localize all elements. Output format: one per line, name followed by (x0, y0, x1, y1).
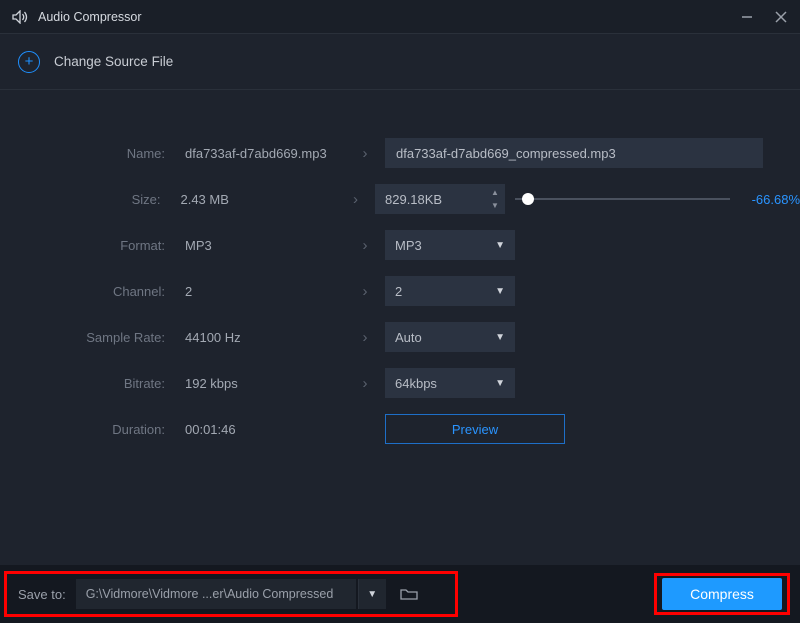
spinner-up-icon[interactable]: ▲ (487, 186, 503, 199)
preview-button[interactable]: Preview (385, 414, 565, 444)
chevron-right-icon: › (345, 375, 385, 392)
chevron-right-icon: › (345, 329, 385, 346)
original-size: 2.43 MB (170, 192, 336, 207)
format-select-value: MP3 (395, 238, 422, 253)
chevron-down-icon: ▼ (495, 286, 505, 297)
compress-button[interactable]: Compress (662, 578, 782, 610)
label-sample-rate: Sample Rate: (0, 330, 175, 345)
bitrate-select-value: 64kbps (395, 376, 437, 391)
footer-bar: Save to: G:\Vidmore\Vidmore ...er\Audio … (0, 565, 800, 623)
bitrate-select[interactable]: 64kbps ▼ (385, 368, 515, 398)
original-format: MP3 (175, 238, 345, 253)
original-duration: 00:01:46 (175, 422, 345, 437)
original-bitrate: 192 kbps (175, 376, 345, 391)
row-bitrate: Bitrate: 192 kbps › 64kbps ▼ (0, 360, 800, 406)
slider-track (515, 198, 730, 200)
label-bitrate: Bitrate: (0, 376, 175, 391)
browse-folder-button[interactable] (394, 579, 424, 609)
save-path-dropdown[interactable]: ▼ (358, 579, 386, 609)
chevron-right-icon: › (336, 191, 375, 208)
row-duration: Duration: 00:01:46 Preview (0, 406, 800, 452)
app-icon (12, 8, 30, 26)
channel-select[interactable]: 2 ▼ (385, 276, 515, 306)
app-title: Audio Compressor (38, 10, 740, 24)
title-bar: Audio Compressor (0, 0, 800, 34)
preview-button-label: Preview (452, 422, 498, 437)
sample-rate-select[interactable]: Auto ▼ (385, 322, 515, 352)
format-select[interactable]: MP3 ▼ (385, 230, 515, 260)
chevron-down-icon: ▼ (495, 378, 505, 389)
original-name: dfa733af-d7abd669.mp3 (175, 146, 345, 161)
original-channel: 2 (175, 284, 345, 299)
sample-rate-select-value: Auto (395, 330, 422, 345)
change-source-row[interactable]: + Change Source File (0, 34, 800, 90)
save-path-display[interactable]: G:\Vidmore\Vidmore ...er\Audio Compresse… (76, 579, 356, 609)
chevron-right-icon: › (345, 145, 385, 162)
label-channel: Channel: (0, 284, 175, 299)
change-source-label: Change Source File (54, 54, 173, 69)
folder-icon (400, 587, 418, 601)
size-percent: -66.68% (740, 192, 800, 207)
chevron-right-icon: › (345, 283, 385, 300)
row-format: Format: MP3 › MP3 ▼ (0, 222, 800, 268)
row-name: Name: dfa733af-d7abd669.mp3 › (0, 130, 800, 176)
label-size: Size: (0, 192, 170, 207)
original-sample-rate: 44100 Hz (175, 330, 345, 345)
window-controls (740, 10, 788, 24)
size-spinner[interactable]: 829.18KB ▲ ▼ (375, 184, 505, 214)
save-to-label: Save to: (18, 587, 66, 602)
slider-thumb[interactable] (522, 193, 534, 205)
plus-icon: + (18, 51, 40, 73)
chevron-right-icon: › (345, 237, 385, 254)
compress-button-label: Compress (690, 586, 754, 602)
label-format: Format: (0, 238, 175, 253)
save-path-group: G:\Vidmore\Vidmore ...er\Audio Compresse… (76, 578, 424, 610)
row-sample-rate: Sample Rate: 44100 Hz › Auto ▼ (0, 314, 800, 360)
close-button[interactable] (774, 10, 788, 24)
size-slider[interactable] (515, 184, 730, 214)
row-channel: Channel: 2 › 2 ▼ (0, 268, 800, 314)
chevron-down-icon: ▼ (495, 332, 505, 343)
label-name: Name: (0, 146, 175, 161)
output-name-input[interactable] (385, 138, 763, 168)
minimize-button[interactable] (740, 10, 754, 24)
label-duration: Duration: (0, 422, 175, 437)
settings-form: Name: dfa733af-d7abd669.mp3 › Size: 2.43… (0, 130, 800, 452)
channel-select-value: 2 (395, 284, 402, 299)
row-size: Size: 2.43 MB › 829.18KB ▲ ▼ -66.68% (0, 176, 800, 222)
chevron-down-icon: ▼ (495, 240, 505, 251)
target-size-value: 829.18KB (385, 192, 442, 207)
spinner-down-icon[interactable]: ▼ (487, 199, 503, 212)
